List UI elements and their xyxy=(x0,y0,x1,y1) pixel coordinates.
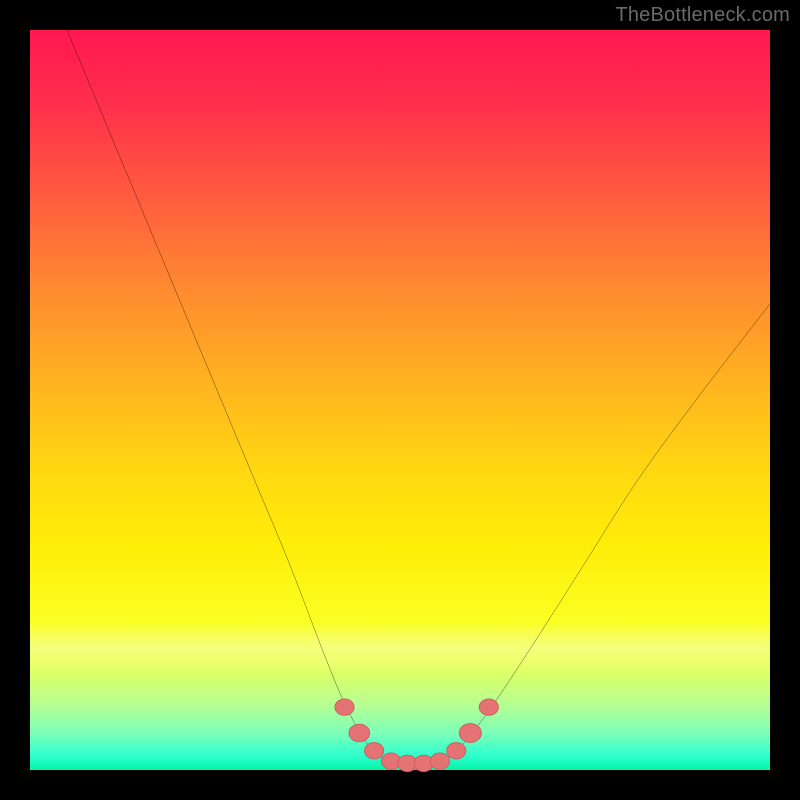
curve-markers xyxy=(335,699,499,772)
curve-marker xyxy=(479,699,498,715)
watermark-text: TheBottleneck.com xyxy=(615,4,790,27)
curve-marker xyxy=(349,724,370,742)
curve-marker xyxy=(335,699,354,715)
chart-frame: TheBottleneck.com xyxy=(0,0,800,800)
curve-marker xyxy=(447,743,466,759)
bottleneck-curve xyxy=(67,30,770,764)
curve-marker xyxy=(459,724,481,743)
plot-area xyxy=(30,30,770,770)
curve-marker xyxy=(364,743,383,759)
curve-marker xyxy=(430,753,449,769)
bottleneck-curve-svg xyxy=(30,30,770,770)
